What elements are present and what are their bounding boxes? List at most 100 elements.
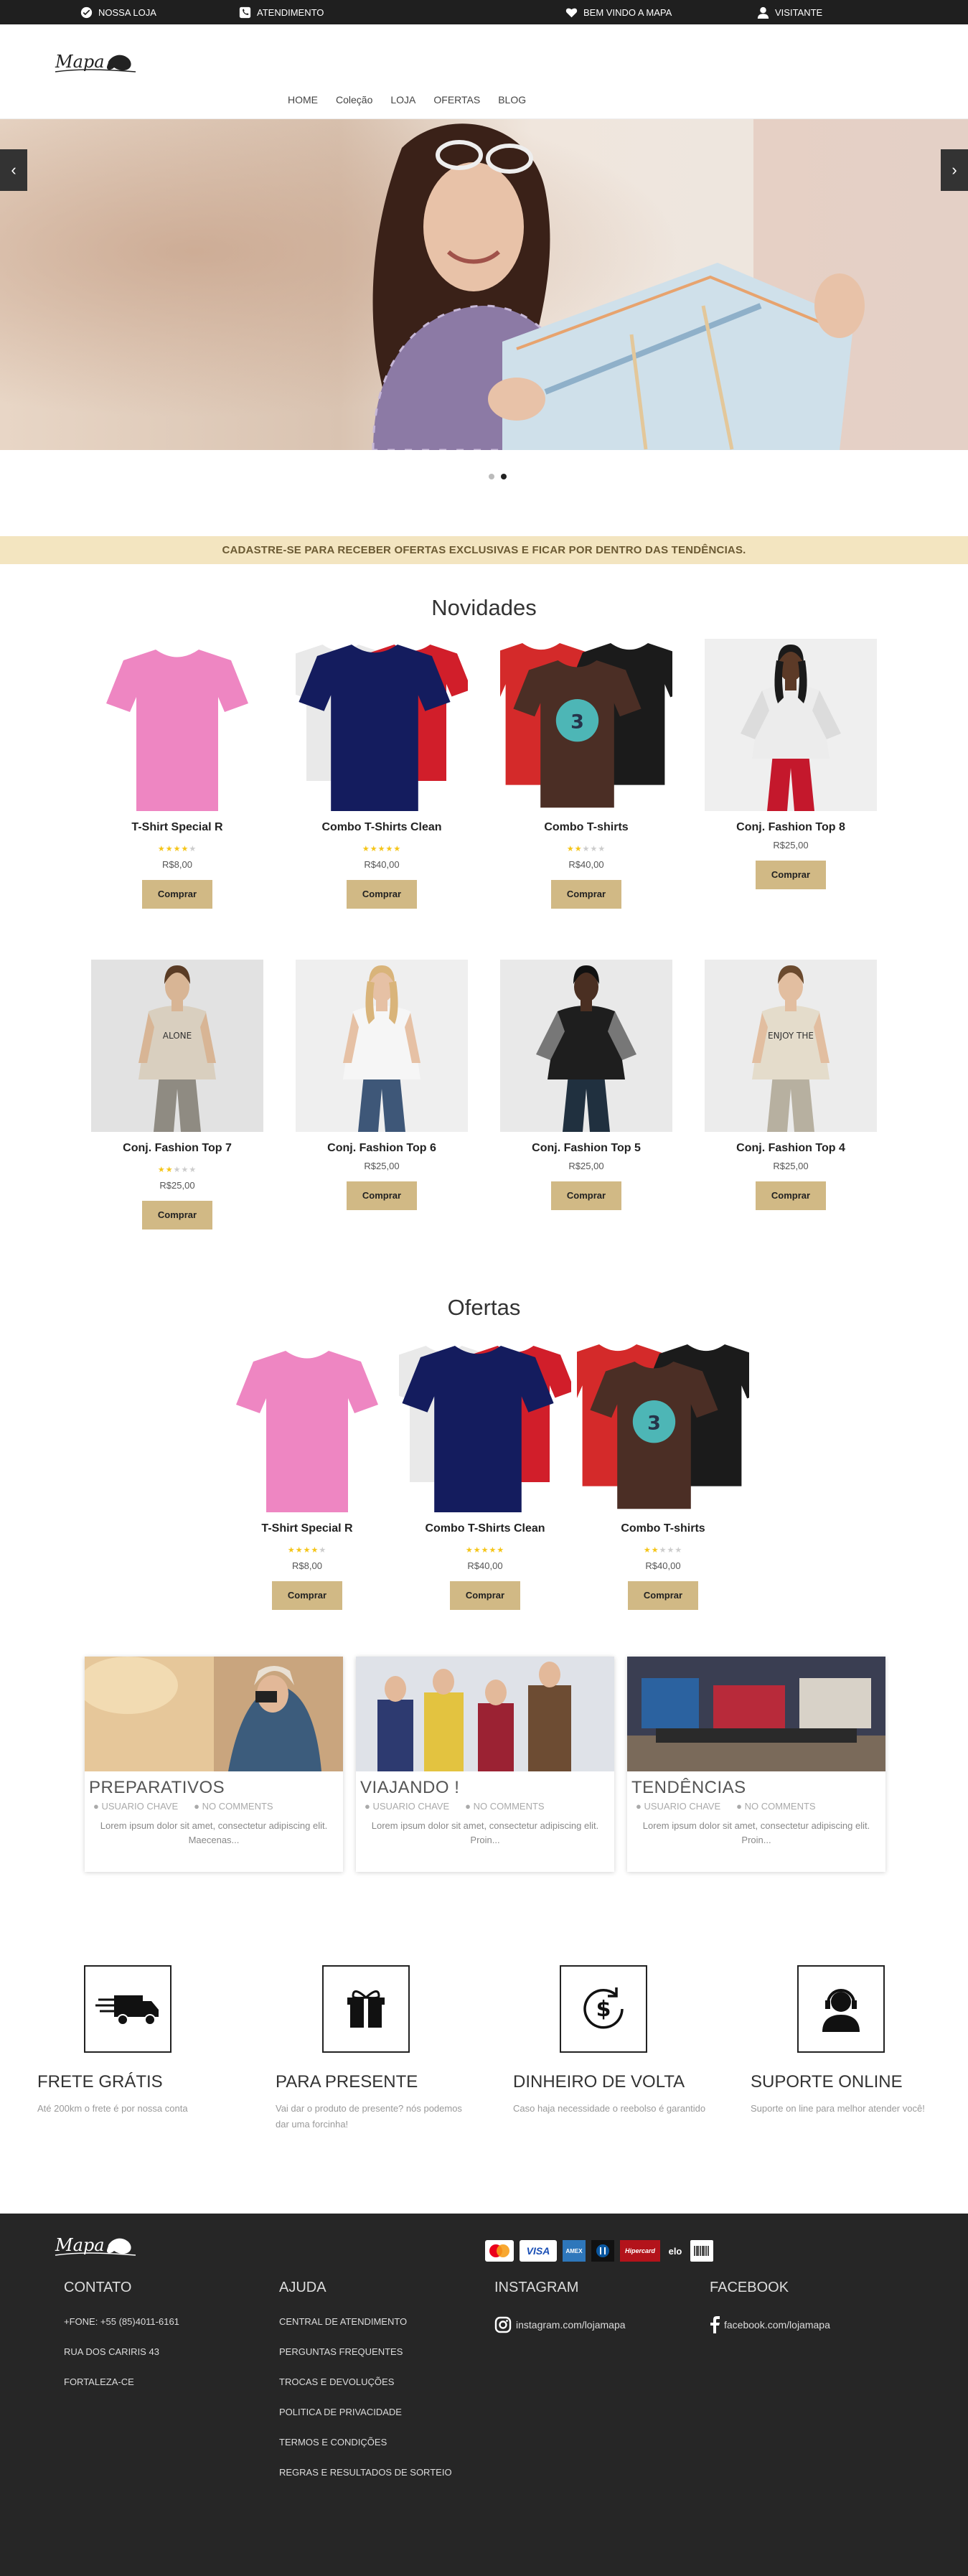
product-card[interactable]: ALONE Conj. Fashion Top 7 ★★★★★ R$25,00 Comp… — [91, 960, 263, 1230]
product-name[interactable]: Combo T-Shirts Clean — [399, 1522, 571, 1535]
blog-post-comments[interactable]: ● NO COMMENTS — [736, 1801, 815, 1812]
product-name[interactable]: Combo T-shirts — [577, 1522, 749, 1535]
star-filled-icon: ★ — [362, 845, 370, 853]
nav-colecao[interactable]: Coleção — [336, 94, 372, 107]
star-filled-icon: ★ — [497, 1546, 505, 1555]
buy-button[interactable]: Comprar — [551, 1181, 621, 1210]
product-name[interactable]: T-Shirt Special R — [91, 821, 263, 834]
buy-button[interactable]: Comprar — [272, 1581, 342, 1610]
product-name[interactable]: T-Shirt Special R — [221, 1522, 393, 1535]
blog-post-image[interactable] — [356, 1657, 614, 1771]
footer-ajuda: AJUDA CENTRAL DE ATENDIMENTO PERGUNTAS F… — [279, 2280, 452, 2497]
product-image[interactable] — [399, 1340, 571, 1512]
product-card[interactable]: T-Shirt Special R ★★★★★ R$8,00 Comprar — [221, 1340, 393, 1610]
product-name[interactable]: Combo T-Shirts Clean — [296, 821, 468, 834]
heart-icon — [565, 8, 578, 17]
buy-button[interactable]: Comprar — [551, 880, 621, 909]
product-image[interactable] — [221, 1340, 393, 1512]
blog-post-comments[interactable]: ● NO COMMENTS — [194, 1801, 273, 1812]
check-circle-icon — [80, 6, 93, 18]
hero-dot[interactable] — [489, 474, 494, 479]
phone-icon — [239, 6, 251, 18]
product-card[interactable]: 3 Combo T-shirts ★★★★★ R$40,00 Comprar — [577, 1340, 749, 1610]
product-image[interactable]: 3 — [500, 639, 672, 811]
product-image[interactable]: 3 — [577, 1340, 749, 1512]
hero-prev-button[interactable]: ‹ — [0, 149, 27, 191]
blog-post-title[interactable]: VIAJANDO ! — [360, 1778, 610, 1798]
product-name[interactable]: Conj. Fashion Top 5 — [500, 1142, 672, 1155]
hero-next-button[interactable]: › — [941, 149, 968, 191]
visitor-link[interactable]: VISITANTE — [757, 0, 822, 24]
product-name[interactable]: Conj. Fashion Top 6 — [296, 1142, 468, 1155]
service-link[interactable]: ATENDIMENTO — [239, 0, 324, 24]
newsletter-banner[interactable]: CADASTRE-SE PARA RECEBER OFERTAS EXCLUSI… — [0, 536, 968, 564]
buy-button[interactable]: Comprar — [347, 880, 417, 909]
buy-button[interactable]: Comprar — [756, 861, 826, 889]
product-image[interactable] — [91, 639, 263, 811]
feature-title: PARA PRESENTE — [276, 2072, 418, 2092]
buy-button[interactable]: Comprar — [756, 1181, 826, 1210]
visa-icon: VISA — [520, 2240, 557, 2262]
ajuda-link-privacidade[interactable]: POLITICA DE PRIVACIDADE — [279, 2407, 402, 2417]
instagram-handle: instagram.com/lojamapa — [516, 2319, 626, 2331]
blog-post-image[interactable] — [85, 1657, 343, 1771]
ajuda-link-termos[interactable]: TERMOS E CONDIÇÕES — [279, 2437, 387, 2448]
blog-post-comments[interactable]: ● NO COMMENTS — [465, 1801, 544, 1812]
buy-button[interactable]: Comprar — [628, 1581, 698, 1610]
star-filled-icon: ★ — [173, 845, 182, 853]
buy-button[interactable]: Comprar — [450, 1581, 520, 1610]
blog-post-image[interactable] — [627, 1657, 885, 1771]
product-image[interactable]: ENJOY THE — [705, 960, 877, 1132]
product-image[interactable] — [296, 960, 468, 1132]
blog-post-card[interactable]: PREPARATIVOS ● USUARIO CHAVE ● NO COMMENTS… — [85, 1657, 343, 1872]
facebook-link[interactable]: facebook.com/lojamapa — [710, 2316, 830, 2333]
nav-ofertas[interactable]: OFERTAS — [433, 94, 480, 107]
product-name[interactable]: Combo T-shirts — [500, 821, 672, 834]
product-card[interactable]: Conj. Fashion Top 6 R$25,00 Comprar — [296, 960, 468, 1210]
product-card[interactable]: 3 Combo T-shirts ★★★★★ R$40,00 Comprar — [500, 639, 672, 909]
product-card[interactable]: Combo T-Shirts Clean ★★★★★ R$40,00 Comprar — [399, 1340, 571, 1610]
blog-post-author[interactable]: ● USUARIO CHAVE — [93, 1801, 178, 1812]
svg-text:ENJOY THE: ENJOY THE — [768, 1031, 814, 1041]
feature-text: Suporte on line para melhor atender você… — [751, 2103, 925, 2114]
footer-logo[interactable]: Mapa — [52, 2229, 142, 2269]
nav-blog[interactable]: BLOG — [498, 94, 526, 107]
nav-loja[interactable]: LOJA — [390, 94, 415, 107]
store-link[interactable]: NOSSA LOJA — [80, 0, 156, 24]
blog-post-author[interactable]: ● USUARIO CHAVE — [365, 1801, 449, 1812]
welcome-link[interactable]: BEM VINDO A MAPA — [565, 0, 672, 24]
blog-post-card[interactable]: TENDÊNCIAS ● USUARIO CHAVE ● NO COMMENTS Lo… — [627, 1657, 885, 1872]
product-image[interactable] — [705, 639, 877, 811]
star-filled-icon: ★ — [295, 1546, 304, 1555]
product-card[interactable]: Conj. Fashion Top 8 R$25,00 Comprar — [705, 639, 877, 889]
ajuda-link-sorteio[interactable]: REGRAS E RESULTADOS DE SORTEIO — [279, 2467, 452, 2478]
blog-post-title[interactable]: PREPARATIVOS — [89, 1778, 339, 1798]
product-card[interactable]: T-Shirt Special R ★★★★★ R$8,00 Comprar — [91, 639, 263, 909]
contato-address: RUA DOS CARIRIS 43 — [64, 2346, 159, 2357]
nav-home[interactable]: HOME — [288, 94, 318, 107]
product-image[interactable]: ALONE — [91, 960, 263, 1132]
product-name[interactable]: Conj. Fashion Top 7 — [91, 1142, 263, 1155]
ajuda-link-trocas[interactable]: TROCAS E DEVOLUÇÕES — [279, 2376, 394, 2387]
ajuda-link-faq[interactable]: PERGUNTAS FREQUENTES — [279, 2346, 403, 2357]
product-name[interactable]: Conj. Fashion Top 4 — [705, 1142, 877, 1155]
diners-icon — [591, 2240, 614, 2262]
buy-button[interactable]: Comprar — [347, 1181, 417, 1210]
buy-button[interactable]: Comprar — [142, 880, 212, 909]
product-image[interactable] — [296, 639, 468, 811]
instagram-link[interactable]: instagram.com/lojamapa — [494, 2316, 626, 2333]
product-name[interactable]: Conj. Fashion Top 8 — [705, 821, 877, 834]
star-empty-icon: ★ — [659, 1546, 667, 1555]
product-image[interactable] — [500, 960, 672, 1132]
blog-post-title[interactable]: TENDÊNCIAS — [631, 1778, 881, 1798]
buy-button[interactable]: Comprar — [142, 1201, 212, 1230]
ajuda-link-atendimento[interactable]: CENTRAL DE ATENDIMENTO — [279, 2316, 407, 2327]
product-card[interactable]: Combo T-Shirts Clean ★★★★★ R$40,00 Comprar — [296, 639, 468, 909]
hero-dot-active[interactable] — [501, 474, 507, 479]
blog-post-author[interactable]: ● USUARIO CHAVE — [636, 1801, 720, 1812]
blog-post-card[interactable]: VIAJANDO ! ● USUARIO CHAVE ● NO COMMENTS Lo… — [356, 1657, 614, 1872]
logo[interactable]: Mapa — [52, 46, 142, 82]
feature-item: SUPORTE ONLINE Suporte on line para melho… — [751, 1965, 966, 2117]
product-card[interactable]: Conj. Fashion Top 5 R$25,00 Comprar — [500, 960, 672, 1210]
product-card[interactable]: ENJOY THE Conj. Fashion Top 4 R$25,00 Compr… — [705, 960, 877, 1210]
